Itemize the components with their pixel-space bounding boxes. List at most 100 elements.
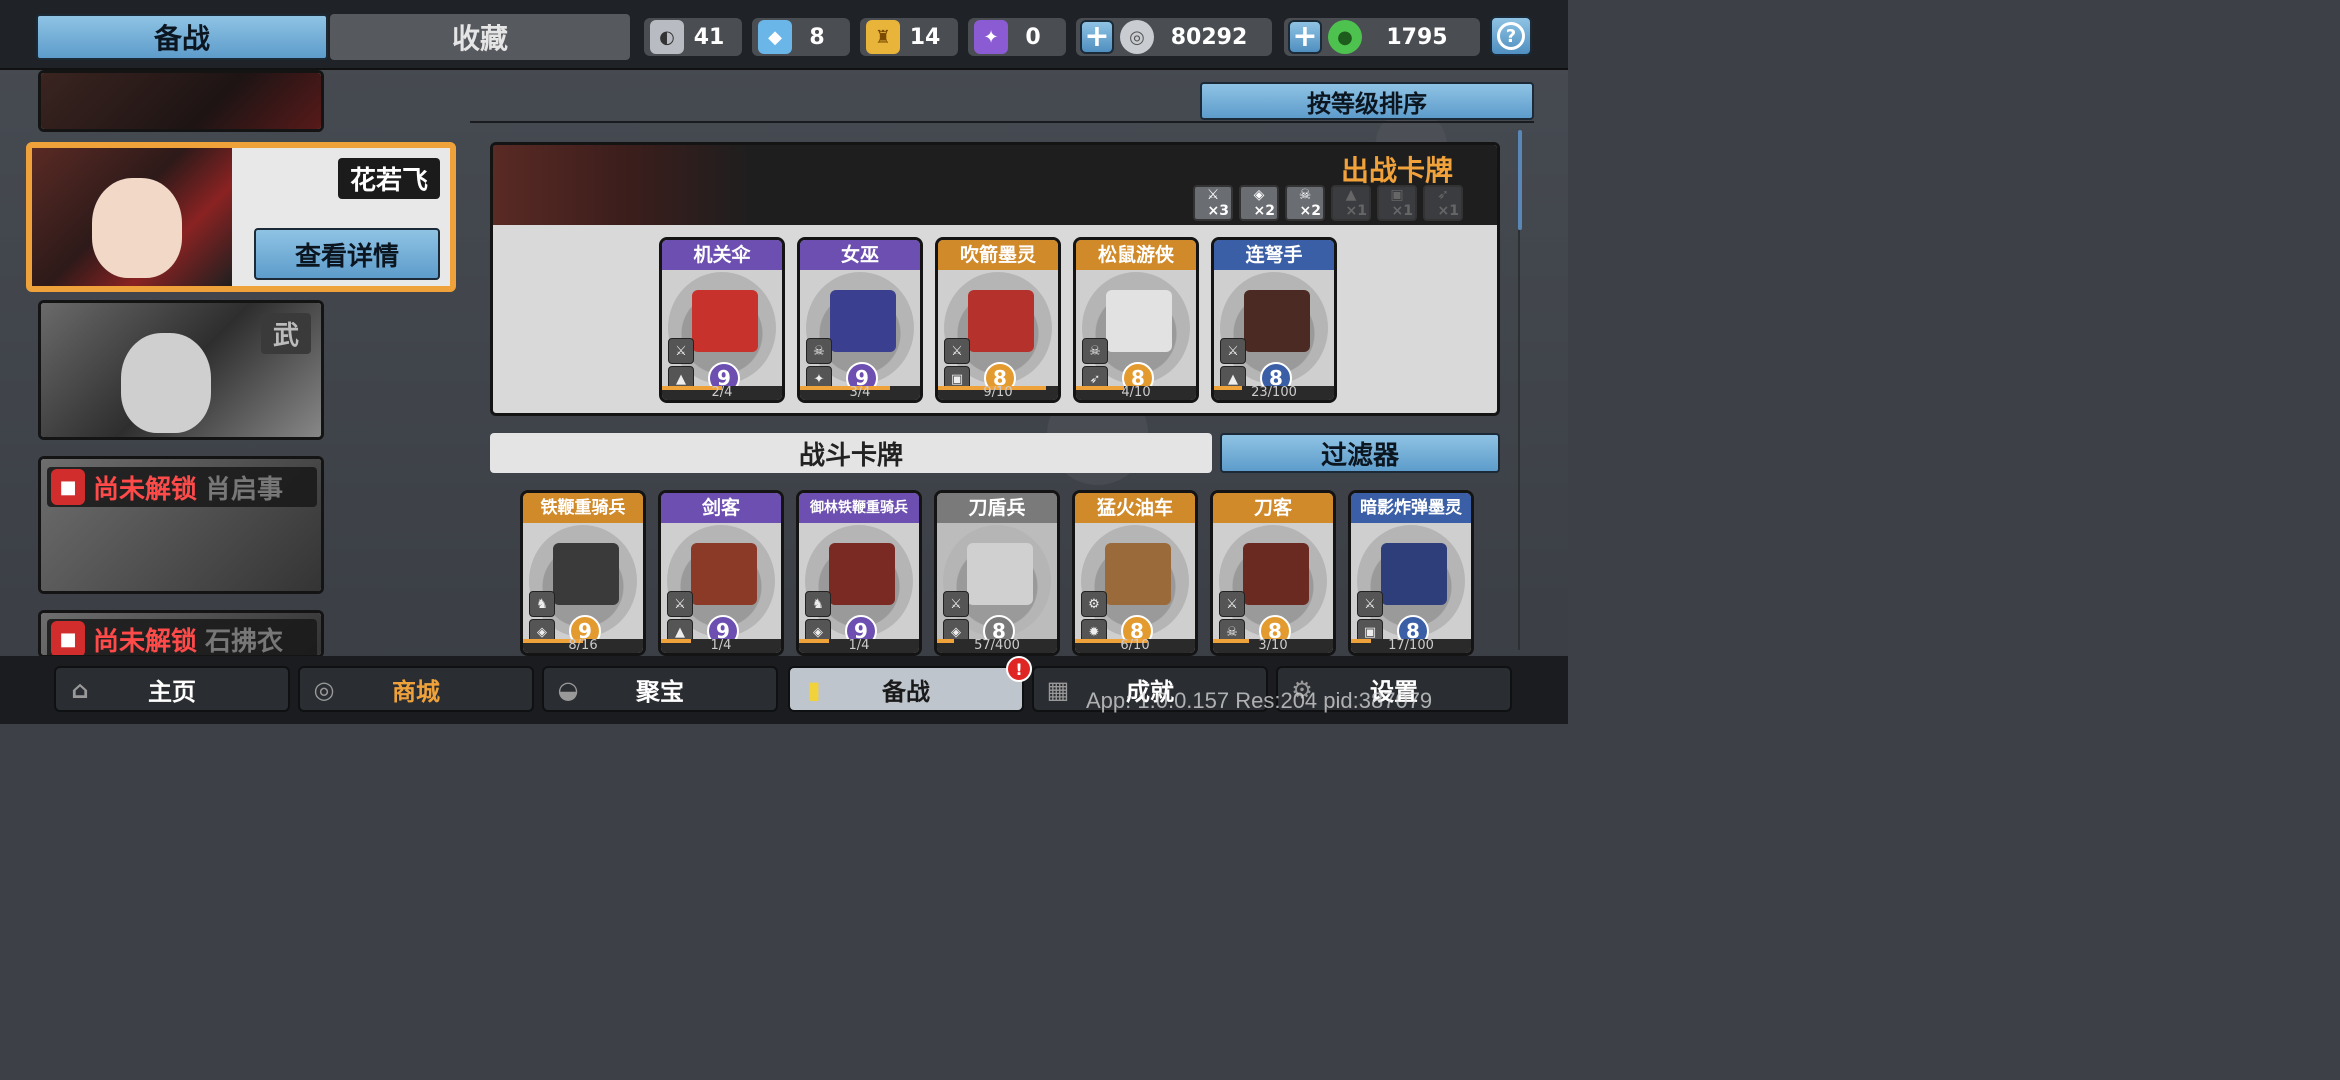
card-progress: 6/10 xyxy=(1075,639,1195,653)
hero-name: 花若飞 xyxy=(337,158,440,199)
unit-portrait xyxy=(1106,290,1172,352)
battle-card[interactable]: 铁鞭重骑兵 ♞ ◈ 9 8/16 xyxy=(520,490,646,656)
deck-title: 出战卡牌 xyxy=(1340,154,1453,187)
battle-card[interactable]: 刀客 ⚔ ☠ 8 3/10 xyxy=(1210,490,1336,656)
sword-icon: ⚔ ×3 xyxy=(1193,185,1233,221)
card-name: 刀客 xyxy=(1213,493,1333,523)
blue-crystal-icon: ◆ xyxy=(758,20,792,54)
purple-token-icon: ✦ xyxy=(974,20,1008,54)
hero-portrait xyxy=(41,73,321,129)
notification-badge: ! xyxy=(1006,656,1032,682)
card-progress: 1/4 xyxy=(661,639,781,653)
scrollbar-track[interactable] xyxy=(1518,230,1520,650)
battle-card[interactable]: 御林铁鞭重骑兵 ♞ ◈ 9 1/4 xyxy=(796,490,922,656)
card-progress: 4/10 xyxy=(1076,386,1196,400)
coins-icon: ◎ xyxy=(313,676,335,704)
gold-token-icon: ♜ xyxy=(866,20,900,54)
nav-label: 商城 xyxy=(392,677,440,706)
coin-icon: ◎ xyxy=(1120,20,1154,54)
grid-icon: ▦ xyxy=(1046,676,1070,704)
locked-label: 尚未解锁 xyxy=(93,474,198,505)
unit-portrait xyxy=(968,290,1034,352)
locked-label: 尚未解锁 xyxy=(93,626,198,657)
card-progress: 1/4 xyxy=(799,639,919,653)
nav-label: 聚宝 xyxy=(636,677,684,706)
scrollbar-thumb[interactable] xyxy=(1518,130,1522,230)
lock-icon: ■ xyxy=(51,621,85,655)
treasure-bowl-icon: ◒ xyxy=(557,676,579,704)
deck-card[interactable]: 连弩手 ⚔ ▲ 8 23/100 xyxy=(1211,237,1337,403)
unit-portrait xyxy=(967,543,1033,605)
add-gems-button[interactable]: + xyxy=(1288,20,1322,54)
silver-token-counter: ◐ 41 xyxy=(644,18,742,56)
help-button[interactable]: ? xyxy=(1490,16,1532,56)
gem-counter: + ● 1795 xyxy=(1284,18,1480,56)
gear-icon: ⚙ xyxy=(1081,591,1107,617)
card-name: 吹箭墨灵 xyxy=(938,240,1058,270)
sort-by-level-button[interactable]: 按等级排序 xyxy=(1200,82,1534,120)
card-progress: 2/4 xyxy=(662,386,782,400)
unit-portrait xyxy=(553,543,619,605)
card-name: 剑客 xyxy=(661,493,781,523)
hero-portrait xyxy=(32,148,232,286)
tab-prepare[interactable]: 备战 xyxy=(36,14,328,60)
sword-icon: ⚔ xyxy=(1219,591,1245,617)
lock-tag: ■ 尚未解锁 石拂衣 xyxy=(47,619,317,657)
nav-home[interactable]: ⌂ 主页 xyxy=(54,666,290,712)
deck-card[interactable]: 吹箭墨灵 ⚔ ▣ 8 9/10 xyxy=(935,237,1061,403)
unit-portrait xyxy=(1243,543,1309,605)
unit-portrait xyxy=(830,290,896,352)
helmet-icon: ▲ ×1 xyxy=(1331,185,1371,221)
hero-card-locked[interactable]: ■ 尚未解锁 石拂衣 xyxy=(38,610,324,658)
card-name: 暗影炸弹墨灵 xyxy=(1351,493,1471,523)
card-progress: 8/16 xyxy=(523,639,643,653)
battle-card[interactable]: 刀盾兵 ⚔ ◈ 8 57/400 xyxy=(934,490,1060,656)
hero-name: 石拂衣 xyxy=(205,626,284,657)
unit-portrait xyxy=(1244,290,1310,352)
hero-card-selected[interactable]: 花若飞 查看详情 xyxy=(26,142,456,292)
coin-counter: + ◎ 80292 xyxy=(1076,18,1272,56)
sword-icon: ⚔ xyxy=(668,338,694,364)
cards-icon: ▮ xyxy=(807,676,821,704)
hero-card-partial[interactable] xyxy=(38,70,324,132)
unit-portrait xyxy=(1381,543,1447,605)
hero-face xyxy=(92,178,182,278)
add-coins-button[interactable]: + xyxy=(1080,20,1114,54)
skull-icon: ☠ ×2 xyxy=(1285,185,1325,221)
card-name: 连弩手 xyxy=(1214,240,1334,270)
silver-token-value: 41 xyxy=(693,24,725,50)
card-name: 猛火油车 xyxy=(1075,493,1195,523)
battle-card[interactable]: 剑客 ⚔ ▲ 9 1/4 xyxy=(658,490,784,656)
unit-portrait xyxy=(691,543,757,605)
hero-card-locked[interactable]: ■ 尚未解锁 肖启事 xyxy=(38,456,324,594)
bow-icon: ➶ ×1 xyxy=(1423,185,1463,221)
sword-icon: ⚔ xyxy=(667,591,693,617)
nav-prepare[interactable]: ▮ 备战 ! xyxy=(788,656,1032,712)
blue-crystal-counter: ◆ 8 xyxy=(752,18,850,56)
nav-shop[interactable]: ◎ 商城 xyxy=(298,666,534,712)
tab-collection[interactable]: 收藏 xyxy=(330,14,630,60)
deck-card[interactable]: 松鼠游侠 ☠ ➶ 8 4/10 xyxy=(1073,237,1199,403)
hero-name: 武 xyxy=(260,313,311,354)
deck-card[interactable]: 女巫 ☠ ✦ 9 3/4 xyxy=(797,237,923,403)
unit-portrait xyxy=(829,543,895,605)
deck-panel: 出战卡牌 ⚔ ×3 ◈ ×2 ☠ ×2 ▲ ×1 ▣ ×1 ➶ ×1 机关伞 ⚔ ▲ 9 2… xyxy=(490,142,1500,416)
question-icon: ? xyxy=(1497,22,1525,50)
deck-card[interactable]: 机关伞 ⚔ ▲ 9 2/4 xyxy=(659,237,785,403)
house-icon: ⌂ xyxy=(71,676,89,704)
nav-treasure[interactable]: ◒ 聚宝 xyxy=(542,666,778,712)
sword-icon: ⚔ xyxy=(1357,591,1383,617)
gold-token-counter: ♜ 14 xyxy=(860,18,958,56)
top-bar: 备战 收藏 ◐ 41 ◆ 8 ♜ 14 ✦ 0 + ◎ 80292 + ● 17… xyxy=(0,0,1568,70)
lock-tag: ■ 尚未解锁 肖启事 xyxy=(47,467,317,507)
mask-icon: ▣ ×1 xyxy=(1377,185,1417,221)
divider xyxy=(470,121,1534,123)
battle-card[interactable]: 猛火油车 ⚙ ✹ 8 6/10 xyxy=(1072,490,1198,656)
card-name: 铁鞭重骑兵 xyxy=(523,493,643,523)
battle-card[interactable]: 暗影炸弹墨灵 ⚔ ▣ 8 17/100 xyxy=(1348,490,1474,656)
filter-button[interactable]: 过滤器 xyxy=(1220,433,1500,473)
sword-icon: ⚔ xyxy=(944,338,970,364)
view-details-button[interactable]: 查看详情 xyxy=(254,228,440,280)
card-name: 女巫 xyxy=(800,240,920,270)
hero-card[interactable]: 武 xyxy=(38,300,324,440)
